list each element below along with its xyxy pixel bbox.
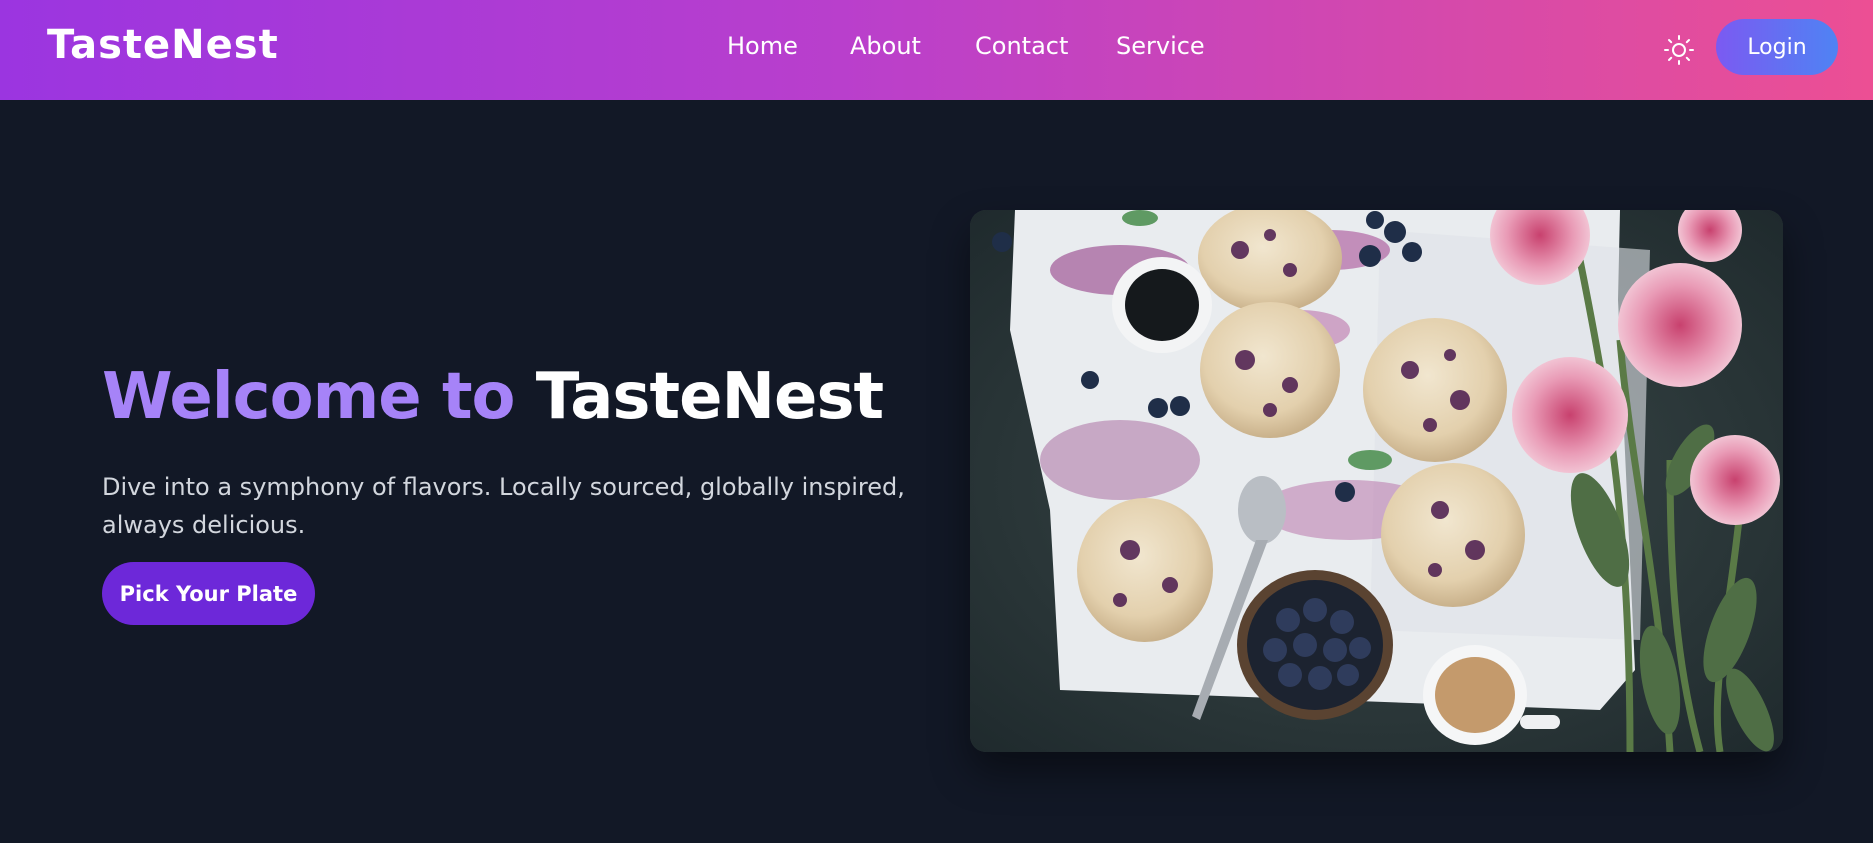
nav-link-home[interactable]: Home	[727, 32, 798, 60]
hero-title: Welcome to TasteNest	[102, 360, 884, 434]
nav-link-service[interactable]: Service	[1116, 32, 1205, 60]
sun-icon[interactable]	[1662, 33, 1696, 67]
navbar: TasteNest Home About Contact Service Log…	[0, 0, 1873, 100]
hero-description: Dive into a symphony of flavors. Locally…	[102, 473, 905, 539]
login-button[interactable]: Login	[1716, 19, 1838, 75]
hero-food-image	[970, 210, 1783, 752]
hero-title-accent: Welcome to	[102, 360, 536, 434]
pick-your-plate-button[interactable]: Pick Your Plate	[102, 562, 315, 625]
main-nav: Home About Contact Service	[0, 32, 1873, 66]
nav-link-contact[interactable]: Contact	[975, 32, 1068, 60]
nav-link-about[interactable]: About	[850, 32, 921, 60]
hero-title-brand: TasteNest	[535, 360, 884, 434]
